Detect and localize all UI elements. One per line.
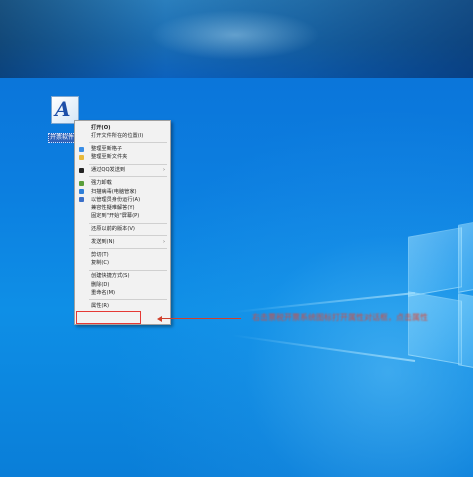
app-logo-glyph: A [55,97,71,121]
folder-icon [79,154,84,160]
menu-item-label: 重命名(M) [91,289,116,296]
menu-item-label: 创建快捷方式(S) [91,273,130,280]
qq-icon [79,167,84,173]
menu-item-18[interactable]: 剪切(T) [75,251,170,259]
menu-item-0[interactable]: 打开(O) [75,124,170,132]
wallpaper-photo-strip [0,0,473,78]
menu-separator [89,176,167,178]
menu-item-label: 固定到"开始"屏幕(P) [91,213,140,220]
menu-item-11[interactable]: 兼容性疑难解答(Y) [75,204,170,212]
menu-item-10[interactable]: 以管理员身份运行(A) [75,196,170,204]
properties-highlight-box [76,311,141,324]
admin-shield-icon [79,197,84,203]
menu-item-9[interactable]: 扫描病毒(电脑管家) [75,188,170,196]
windows-logo-pane [408,291,462,365]
windows-logo-pane [458,219,473,293]
menu-item-label: 剪切(T) [91,252,109,259]
context-menu: 打开(O) 打开文件所在的位置(I) 整理至新格子 整理至新文件夹 通过QQ发送到 › 强力… [74,120,171,325]
menu-separator [89,248,167,250]
windows-logo-pane [458,293,473,371]
menu-item-label: 属性(R) [91,302,110,309]
menu-item-label: 删除(D) [91,281,110,288]
menu-item-label: 通过QQ发送到 [91,167,126,174]
menu-item-label: 以管理员身份运行(A) [91,196,141,203]
chevron-right-icon: › [163,239,165,246]
menu-separator [89,142,167,144]
menu-item-label: 复制(C) [91,260,110,267]
menu-separator [89,163,167,165]
menu-item-14[interactable]: 还原以前的版本(V) [75,225,170,233]
menu-item-label: 打开(O) [91,125,111,131]
menu-item-label: 还原以前的版本(V) [91,226,135,233]
menu-separator [89,235,167,237]
annotation-text: 右击票税开票系统图标打开属性对话框，点击属性 [252,313,428,322]
windows-logo-pane [408,227,462,297]
menu-item-label: 扫描病毒(电脑管家) [91,188,137,195]
menu-item-21[interactable]: 创建快捷方式(S) [75,272,170,280]
annotation-arrow-line [161,318,241,319]
antivirus-icon [79,189,84,195]
menu-separator [89,222,167,224]
menu-item-6[interactable]: 通过QQ发送到 › [75,166,170,174]
wallpaper-light-beam [231,334,416,362]
uninstall-icon [79,180,84,186]
chevron-right-icon: › [163,167,165,174]
menu-item-label: 兼容性疑难解答(Y) [91,205,135,212]
menu-item-4[interactable]: 整理至新文件夹 [75,153,170,161]
menu-item-12[interactable]: 固定到"开始"屏幕(P) [75,212,170,220]
menu-separator [89,299,167,300]
menu-item-label: 打开文件所在的位置(I) [91,133,144,140]
menu-item-label: 整理至新文件夹 [91,154,128,161]
menu-item-label: 整理至新格子 [91,146,123,153]
desktop: A 开票软件系统 打开(O) 打开文件所在的位置(I) 整理至新格子 整理至新文件夹通… [0,0,473,477]
menu-item-3[interactable]: 整理至新格子 [75,145,170,153]
menu-item-label: 发送到(N) [91,239,115,246]
fence-icon [79,146,84,152]
wallpaper-haze [150,10,320,60]
menu-item-1[interactable]: 打开文件所在的位置(I) [75,132,170,140]
annotation-arrow-head [157,315,162,322]
menu-item-25[interactable]: 属性(R) [75,302,170,310]
menu-item-label: 强力卸载 [91,180,112,187]
menu-item-16[interactable]: 发送到(N) › [75,238,170,246]
menu-item-8[interactable]: 强力卸载 [75,179,170,187]
menu-separator [89,269,167,271]
menu-item-19[interactable]: 复制(C) [75,259,170,267]
menu-item-22[interactable]: 删除(D) [75,281,170,289]
menu-item-23[interactable]: 重命名(M) [75,289,170,297]
wallpaper-light-beam [230,292,416,314]
